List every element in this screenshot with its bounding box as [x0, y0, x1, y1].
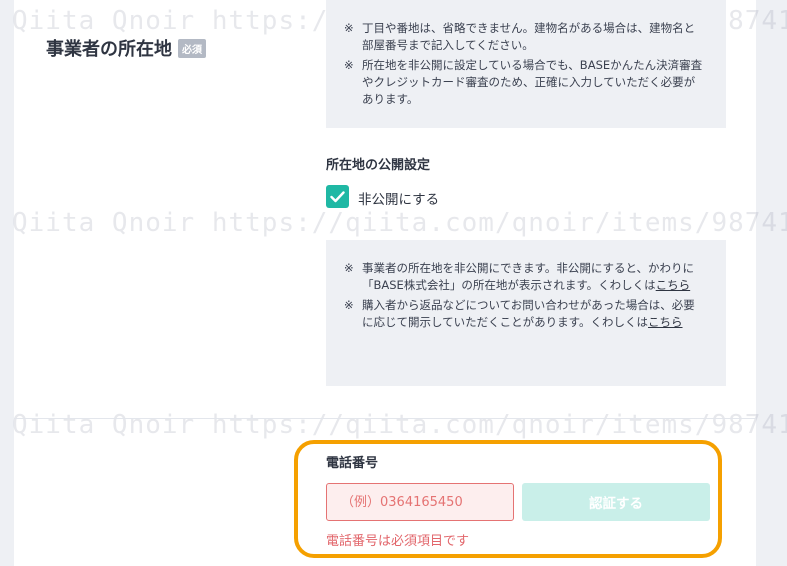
privacy-setting-heading: 所在地の公開設定	[326, 158, 431, 173]
note-text: 購入者から返品などについてお問い合わせがあった場合は、必要に応じて開示していただ…	[362, 297, 706, 331]
phone-input[interactable]	[326, 483, 514, 521]
address-section-label: 事業者の所在地 必須	[46, 35, 206, 61]
note-item: ※ 丁目や番地は、省略できません。建物名がある場合は、建物名と部屋番号まで記入し…	[344, 20, 706, 54]
private-checkbox[interactable]	[326, 185, 349, 208]
note-text-body: 購入者から返品などについてお問い合わせがあった場合は、必要に応じて開示していただ…	[362, 298, 695, 329]
note-text: 丁目や番地は、省略できません。建物名がある場合は、建物名と部屋番号まで記入してく…	[362, 21, 696, 52]
note-mark: ※	[344, 298, 354, 312]
address-section-title: 事業者の所在地	[46, 39, 172, 60]
private-checkbox-label[interactable]: 非公開にする	[358, 188, 439, 208]
details-link[interactable]: こちら	[648, 315, 683, 329]
note-item: ※ 事業者の所在地を非公開にできます。非公開にすると、かわりに「BASE株式会社…	[344, 260, 706, 294]
phone-heading: 電話番号	[326, 456, 379, 471]
note-mark: ※	[344, 58, 354, 72]
verify-button[interactable]: 認証する	[522, 483, 710, 521]
note-text: 事業者の所在地を非公開にできます。非公開にすると、かわりに「BASE株式会社」の…	[362, 260, 706, 294]
address-notes-box: ※ 丁目や番地は、省略できません。建物名がある場合は、建物名と部屋番号まで記入し…	[326, 0, 726, 128]
details-link[interactable]: こちら	[656, 278, 691, 292]
note-text: 所在地を非公開に設定している場合でも、BASEかんたん決済審査やクレジットカード…	[362, 58, 703, 106]
note-item: ※ 所在地を非公開に設定している場合でも、BASEかんたん決済審査やクレジットカ…	[344, 57, 706, 108]
note-item: ※ 購入者から返品などについてお問い合わせがあった場合は、必要に応じて開示してい…	[344, 297, 706, 331]
section-divider	[14, 418, 756, 419]
note-text-body: 事業者の所在地を非公開にできます。非公開にすると、かわりに「BASE株式会社」の…	[362, 261, 695, 292]
phone-error-message: 電話番号は必須項目です	[326, 534, 470, 549]
note-mark: ※	[344, 21, 354, 35]
privacy-notes-box: ※ 事業者の所在地を非公開にできます。非公開にすると、かわりに「BASE株式会社…	[326, 240, 726, 386]
note-mark: ※	[344, 261, 354, 275]
checkmark-icon	[330, 190, 345, 202]
required-badge: 必須	[178, 38, 206, 58]
